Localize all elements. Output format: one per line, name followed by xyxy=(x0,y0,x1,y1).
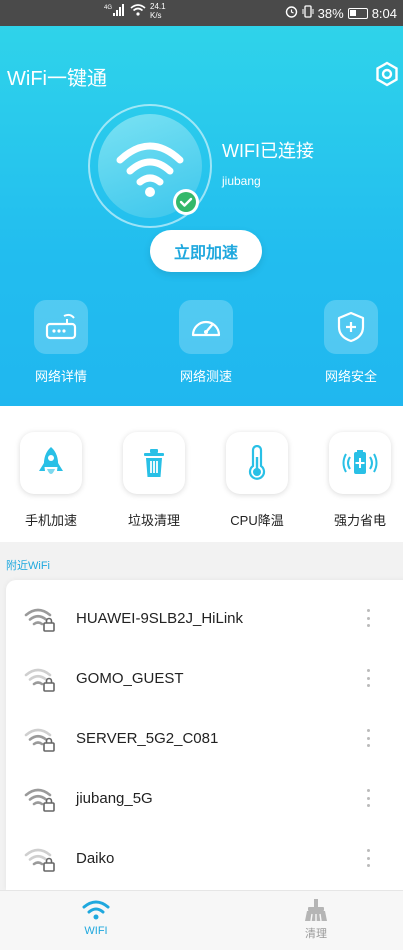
wifi-locked-icon xyxy=(24,848,55,872)
check-icon xyxy=(173,189,199,215)
speedup-button[interactable]: 立即加速 xyxy=(150,230,262,272)
tab-label: WIFI xyxy=(84,925,108,937)
svg-text:4G: 4G xyxy=(104,5,112,11)
battery-icon xyxy=(347,7,368,19)
battery-percent: 38% xyxy=(317,5,344,21)
more-options-icon[interactable] xyxy=(358,666,378,690)
shield-icon xyxy=(337,311,365,343)
tab-clean[interactable]: 清理 xyxy=(276,899,356,941)
wifi-status-icon xyxy=(130,3,146,19)
settings-button[interactable] xyxy=(374,61,400,87)
alarm-icon xyxy=(285,5,298,21)
hero-panel: WiFi一键通 WIFI已连接 jiubang 立即加速 网络详情 网络测速 网… xyxy=(0,26,403,406)
connection-status: WIFI已连接 xyxy=(222,141,314,161)
tool-network-details[interactable]: 网络详情 xyxy=(6,300,116,385)
more-options-icon[interactable] xyxy=(358,786,378,810)
wifi-network-row[interactable]: jiubang_5G xyxy=(6,768,403,828)
feature-phone-boost[interactable]: 手机加速 xyxy=(1,432,101,529)
vibrate-icon xyxy=(302,5,314,21)
more-options-icon[interactable] xyxy=(358,846,378,870)
nearby-wifi-list: HUAWEI-9SLB2J_HiLink GOMO_GUEST SERVER_5… xyxy=(6,580,403,890)
wifi-ssid: SERVER_5G2_C081 xyxy=(76,729,219,747)
feature-power-save[interactable]: 强力省电 xyxy=(310,432,403,529)
speedometer-icon xyxy=(191,320,221,337)
gear-icon xyxy=(376,61,398,87)
feature-panel: 手机加速 垃圾清理 CPU降温 强力省电 xyxy=(0,406,403,542)
wifi-locked-icon xyxy=(24,668,55,692)
clock: 8:04 xyxy=(371,5,397,21)
tool-network-security[interactable]: 网络安全 xyxy=(296,300,403,385)
nearby-wifi-heading: 附近WiFi xyxy=(6,560,50,572)
wifi-ssid: jiubang_5G xyxy=(76,789,153,807)
tool-speed-test[interactable]: 网络测速 xyxy=(151,300,261,385)
bottom-tab-bar: WIFI 清理 xyxy=(0,890,403,950)
more-options-icon[interactable] xyxy=(358,606,378,630)
tab-label: 清理 xyxy=(305,928,327,940)
battery-icon xyxy=(342,450,378,474)
wifi-network-row[interactable]: SERVER_5G2_C081 xyxy=(6,708,403,768)
wifi-ssid: GOMO_GUEST xyxy=(76,669,184,687)
feature-label: 手机加速 xyxy=(24,513,77,528)
rocket-icon xyxy=(39,447,63,474)
wifi-network-row[interactable]: HUAWEI-9SLB2J_HiLink xyxy=(6,588,403,648)
connection-indicator xyxy=(88,104,212,228)
wifi-locked-icon xyxy=(24,788,55,812)
broom-icon xyxy=(305,899,327,921)
tool-label: 网络测速 xyxy=(179,369,232,384)
wifi-locked-icon xyxy=(24,608,55,632)
feature-junk-clean[interactable]: 垃圾清理 xyxy=(104,432,204,529)
cellular-signal-icon: 4G xyxy=(104,3,126,20)
wifi-network-row[interactable]: GOMO_GUEST xyxy=(6,648,403,708)
app-title: WiFi一键通 xyxy=(7,68,107,90)
tab-wifi[interactable]: WIFI xyxy=(56,899,136,937)
wifi-locked-icon xyxy=(24,728,55,752)
network-speed: 24.1 K/s xyxy=(150,2,166,20)
feature-cpu-cool[interactable]: CPU降温 xyxy=(207,432,307,529)
thermometer-icon xyxy=(248,445,266,480)
router-icon xyxy=(45,313,77,340)
tool-label: 网络安全 xyxy=(324,369,377,384)
tool-label: 网络详情 xyxy=(34,369,87,384)
feature-label: 垃圾清理 xyxy=(127,513,180,528)
wifi-ssid: HUAWEI-9SLB2J_HiLink xyxy=(76,609,243,627)
wifi-network-row[interactable]: Daiko xyxy=(6,828,403,888)
more-options-icon[interactable] xyxy=(358,726,378,750)
wifi-tab-icon xyxy=(82,900,110,920)
status-bar: 4G 24.1 K/s 38% 8:04 xyxy=(0,0,403,26)
feature-label: 强力省电 xyxy=(333,513,386,528)
trash-icon xyxy=(144,449,164,477)
wifi-ssid: Daiko xyxy=(76,849,115,867)
feature-label: CPU降温 xyxy=(230,513,284,528)
connected-ssid: jiubang xyxy=(222,174,261,188)
